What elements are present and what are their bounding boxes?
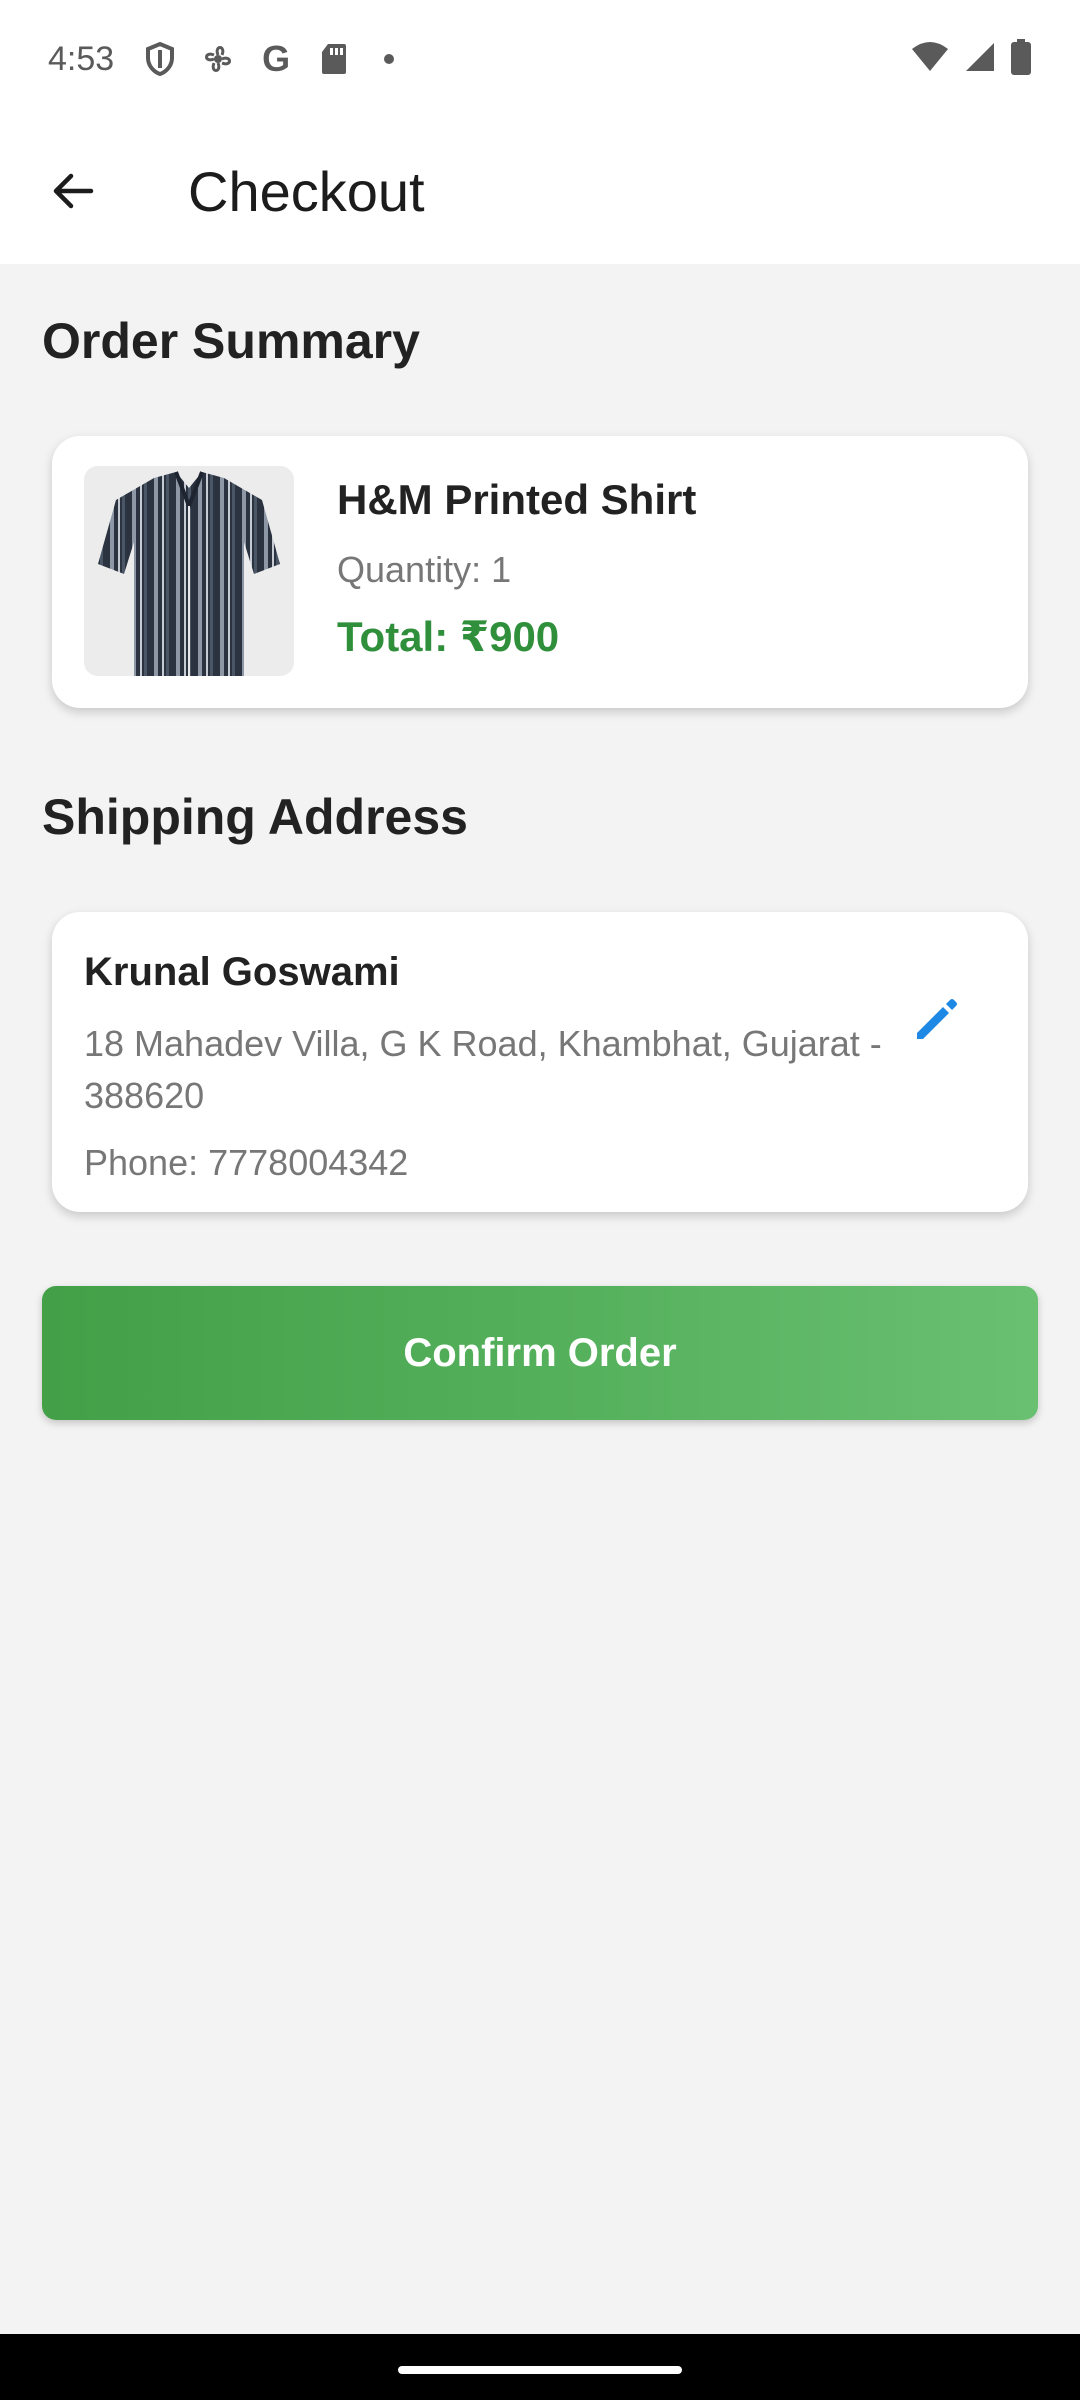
page-title: Checkout — [188, 159, 425, 223]
status-time: 4:53 — [48, 39, 115, 78]
product-name: H&M Printed Shirt — [337, 476, 697, 523]
address-text: 18 Mahadev Villa, G K Road, Khambhat, Gu… — [84, 1023, 882, 1116]
recipient-name: Krunal Goswami — [84, 950, 400, 994]
order-summary-heading: Order Summary — [42, 313, 420, 369]
pinwheel-icon — [200, 41, 236, 77]
battery-icon — [1010, 38, 1032, 80]
arrow-back-icon — [53, 173, 94, 209]
status-icons-right — [910, 38, 1032, 80]
order-item-card: H&M Printed Shirt Quantity: 1 Total: ₹90… — [52, 436, 1028, 708]
product-total: Total: ₹900 — [337, 613, 560, 660]
status-icons-left: G — [142, 38, 395, 79]
back-button[interactable] — [0, 118, 146, 264]
sd-card-icon — [316, 41, 352, 77]
wifi-icon — [910, 41, 950, 78]
product-quantity: Quantity: 1 — [337, 549, 512, 590]
app-bar: Checkout — [0, 118, 1080, 264]
confirm-order-button[interactable]: Confirm Order — [42, 1286, 1038, 1420]
shield-icon — [142, 41, 178, 77]
phone-text: Phone: 7778004342 — [84, 1142, 409, 1183]
product-image — [84, 466, 294, 676]
shipping-address-card: Krunal Goswami 18 Mahadev Villa, G K Roa… — [52, 912, 1028, 1212]
status-bar: 4:53 G — [0, 0, 1080, 118]
signal-icon — [964, 41, 996, 78]
system-nav-bar — [0, 2334, 1080, 2400]
edit-address-button[interactable] — [904, 988, 968, 1052]
shipping-address-heading: Shipping Address — [42, 789, 468, 845]
google-icon: G — [262, 38, 291, 79]
pencil-icon — [917, 999, 957, 1039]
home-gesture-handle[interactable] — [398, 2366, 682, 2374]
notification-dot-icon — [384, 54, 395, 64]
